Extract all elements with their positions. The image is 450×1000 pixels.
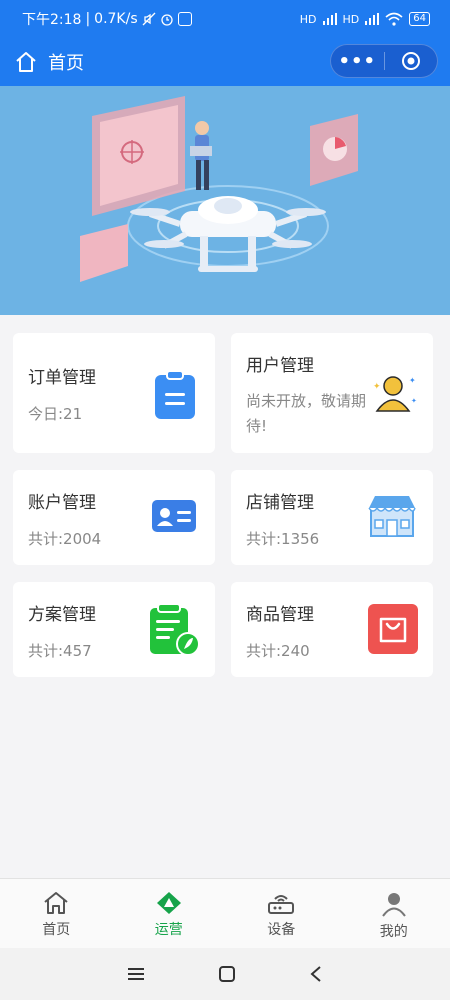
page-title: 首页: [48, 53, 84, 74]
drone-illustration: [80, 96, 358, 282]
mute-icon: [142, 12, 156, 26]
card-plan-management[interactable]: 方案管理 共计:457: [13, 582, 215, 677]
status-time: 下午2:18: [22, 12, 82, 28]
signal-icon: [322, 13, 337, 25]
more-dots-icon[interactable]: •••: [331, 51, 384, 72]
signal-label-2: HD: [342, 12, 360, 26]
bottom-tab-bar: 首页 运营 设备 我的: [0, 878, 450, 948]
card-order-management[interactable]: 订单管理 今日:21: [13, 333, 215, 453]
id-card-icon: [152, 500, 196, 532]
battery-icon: 64: [409, 12, 430, 26]
signal-label-1: HD: [299, 12, 317, 26]
operation-icon: [156, 892, 181, 914]
tab-operation[interactable]: 运营: [113, 879, 226, 948]
back-icon[interactable]: [309, 965, 323, 983]
network-speed: 0.7K/s: [94, 11, 138, 27]
card-title: 商品管理: [246, 605, 314, 625]
home-icon[interactable]: [14, 50, 38, 74]
wifi-icon: [385, 12, 403, 26]
storefront-icon: [368, 496, 416, 537]
nfc-icon: [177, 12, 192, 26]
tab-label: 我的: [379, 924, 408, 940]
tab-home[interactable]: 首页: [0, 879, 113, 948]
home-icon: [44, 892, 68, 914]
tab-label: 设备: [267, 922, 296, 938]
card-stat: 今日:21: [28, 405, 83, 423]
card-stat: 共计:1356: [246, 530, 320, 548]
menu-icon[interactable]: [127, 966, 145, 982]
card-title: 方案管理: [28, 605, 96, 625]
status-bar: 下午2:18 | 0.7K/s HD HD 64: [0, 0, 450, 38]
card-title: 账户管理: [28, 493, 96, 513]
signal-icon-2: [365, 13, 380, 25]
card-title: 用户管理: [246, 356, 314, 376]
card-store-management[interactable]: 店铺管理 共计:1356: [231, 470, 433, 565]
user-stars-icon: ✦ ✦ ✦: [373, 376, 417, 412]
svg-text:✦: ✦: [411, 397, 417, 405]
target-circle-icon[interactable]: [384, 51, 437, 71]
person-icon: [381, 893, 406, 917]
system-nav-bar: [0, 948, 450, 1000]
tab-mine[interactable]: 我的: [338, 879, 450, 948]
card-user-management[interactable]: 用户管理 尚未开放，敬请期待! ✦ ✦ ✦: [231, 333, 433, 453]
tab-label: 首页: [42, 922, 71, 938]
banner-illustration: [0, 86, 450, 315]
home-square-icon[interactable]: [218, 965, 236, 983]
clipboard-icon: [155, 370, 195, 419]
card-stat: 共计:2004: [28, 530, 102, 548]
card-product-management[interactable]: 商品管理 共计:240: [231, 582, 433, 677]
alarm-icon: [160, 14, 173, 26]
nav-bar: 首页 •••: [0, 38, 450, 86]
card-account-management[interactable]: 账户管理 共计:2004: [13, 470, 215, 565]
tab-label: 运营: [154, 922, 183, 938]
tab-device[interactable]: 设备: [225, 879, 338, 948]
mini-program-capsule: •••: [330, 44, 438, 78]
svg-text:✦: ✦: [373, 382, 381, 392]
plan-document-icon: [150, 603, 200, 656]
svg-text:✦: ✦: [409, 376, 416, 385]
router-icon: [268, 895, 295, 914]
card-stat: 尚未开放，敬请期待!: [246, 392, 367, 435]
card-stat: 共计:240: [246, 642, 310, 660]
card-title: 店铺管理: [246, 493, 314, 513]
card-stat: 共计:457: [28, 642, 92, 660]
card-title: 订单管理: [28, 368, 96, 388]
shopping-bag-icon: [368, 604, 418, 654]
